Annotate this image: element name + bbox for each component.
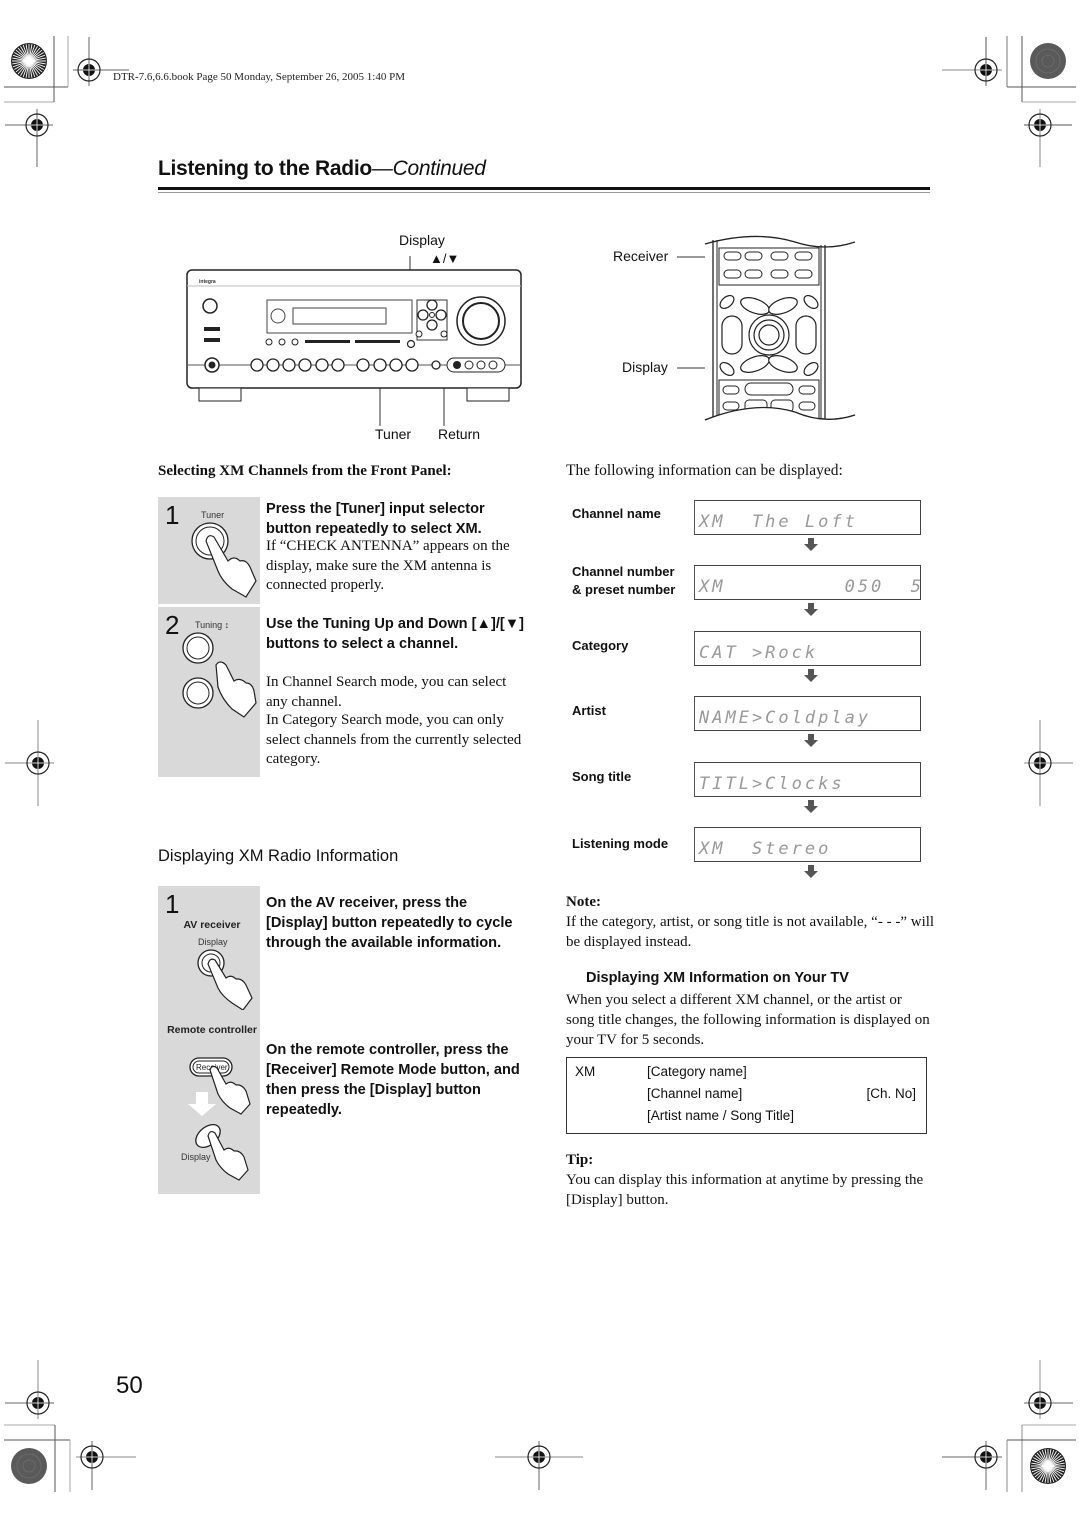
step-number: 1 xyxy=(165,500,180,530)
down-arrow-icon xyxy=(804,865,818,878)
label-channel-name: Channel name xyxy=(572,506,661,521)
tv-box-category: [Category name] xyxy=(647,1064,747,1079)
registration-mark-icon xyxy=(942,37,1002,86)
tv-box-artist-song: [Artist name / Song Title] xyxy=(647,1108,795,1123)
callout-return: Return xyxy=(438,426,481,442)
note-text: If the category, artist, or song title i… xyxy=(566,914,935,950)
callout-receiver: Receiver xyxy=(613,248,669,264)
finger-press-tuning-icon xyxy=(182,632,257,718)
page-title-continued: —Continued xyxy=(371,157,486,180)
label-song-title: Song title xyxy=(572,769,632,784)
registration-mark-icon xyxy=(5,109,53,167)
lcd-song-title: TITL>Clocks xyxy=(694,762,921,797)
tv-info-heading: Displaying XM Information on Your TV xyxy=(586,970,849,986)
lcd-channel-number: XM 050 5 xyxy=(694,565,921,600)
step-2-illustration: 2 Tuning ↕ xyxy=(158,607,260,777)
tip-label: Tip: xyxy=(566,1152,594,1168)
av-display-caption: Display xyxy=(198,937,228,947)
step-2-body-2: In Category Search mode, you can only se… xyxy=(266,712,522,767)
label-line: Channel number xyxy=(572,564,675,579)
tv-box-channel: [Channel name] xyxy=(647,1086,743,1101)
tv-info-text: When you select a different XM channel, … xyxy=(566,992,930,1048)
step-1-illustration: 1 Tuner xyxy=(158,497,260,604)
step-1-body: If “CHECK ANTENNA” appears on the displa… xyxy=(266,538,510,593)
callout-tuner: Tuner xyxy=(375,426,412,442)
av-receiver-caption: AV receiver xyxy=(183,919,241,931)
tv-box-ch-no: [Ch. No] xyxy=(866,1086,916,1101)
receiver-front-panel-illustration: integra xyxy=(186,256,522,426)
page-number: 50 xyxy=(116,1372,143,1399)
callout-remote-display: Display xyxy=(622,359,668,375)
lcd-text: XM Stereo xyxy=(699,839,832,859)
lcd-text: TITL>Clocks xyxy=(699,774,845,794)
registration-mark-icon xyxy=(1024,720,1073,806)
callout-display: Display xyxy=(399,232,445,248)
step-1-heading: Press the [Tuner] input selector button … xyxy=(266,501,485,537)
label-channel-number: Channel number & preset number xyxy=(572,563,675,599)
down-arrow-icon xyxy=(804,669,818,682)
title-rule-thin xyxy=(158,192,930,193)
registration-mark-icon xyxy=(76,1441,136,1490)
selecting-heading: Selecting XM Channels from the Front Pan… xyxy=(158,463,452,479)
page-title-main: Listening to the Radio xyxy=(158,157,372,180)
info-intro: The following information can be display… xyxy=(566,462,843,479)
registration-mark-icon xyxy=(942,1441,1002,1490)
label-category: Category xyxy=(572,638,629,653)
page-title: Listening to the Radio—Continued xyxy=(158,157,486,181)
note-label: Note: xyxy=(566,894,601,910)
step-number: 1 xyxy=(165,889,180,919)
registration-mark-icon xyxy=(1024,1360,1073,1419)
color-bar-starburst-icon xyxy=(1030,1448,1066,1484)
title-rule xyxy=(158,187,930,190)
remote-control-illustration xyxy=(677,235,856,430)
display-step-remote-heading: On the remote controller, press the [Rec… xyxy=(266,1042,520,1118)
down-arrow-icon xyxy=(804,734,818,747)
tv-box-xm: XM xyxy=(575,1064,596,1079)
registration-mark-icon xyxy=(495,1441,583,1490)
displaying-heading: Displaying XM Radio Information xyxy=(158,847,399,865)
label-listening-mode: Listening mode xyxy=(572,836,669,851)
finger-press-tuner-icon xyxy=(191,522,257,598)
display-step-illustration: 1 AV receiver Display Remote controller … xyxy=(158,886,260,1194)
down-arrow-icon xyxy=(804,603,818,616)
gray-disc-icon xyxy=(1030,43,1066,79)
registration-mark-icon xyxy=(1024,109,1072,167)
down-arrow-icon xyxy=(804,800,818,813)
brand-logo: integra xyxy=(199,279,216,285)
registration-mark-icon xyxy=(5,1360,54,1419)
lcd-text: NAME>Coldplay xyxy=(699,708,872,728)
tuning-caption: Tuning ↕ xyxy=(195,620,230,630)
lcd-text: CAT >Rock xyxy=(699,643,819,663)
label-line: & preset number xyxy=(572,582,676,597)
label-artist: Artist xyxy=(572,703,606,718)
display-step-av-heading: On the AV receiver, press the [Display] … xyxy=(266,895,513,951)
registration-mark-icon xyxy=(5,720,54,806)
remote-controller-caption: Remote controller xyxy=(167,1024,257,1036)
down-arrow-icon xyxy=(804,538,818,551)
tip-text: You can display this information at anyt… xyxy=(566,1172,924,1208)
remote-display-caption: Display xyxy=(181,1152,211,1162)
lcd-text: XM 050 5 xyxy=(699,577,924,597)
finger-press-display-icon xyxy=(197,949,253,1010)
step-2-heading: Use the Tuning Up and Down [▲]/[▼] butto… xyxy=(266,616,525,652)
book-info-line: DTR-7.6,6.6.book Page 50 Monday, Septemb… xyxy=(113,71,405,83)
lcd-category: CAT >Rock xyxy=(694,631,921,666)
step-2-body-1: In Channel Search mode, you can select a… xyxy=(266,674,507,710)
lcd-artist: NAME>Coldplay xyxy=(694,696,921,731)
lcd-listening-mode: XM Stereo xyxy=(694,827,921,862)
color-bar-starburst-icon xyxy=(11,43,47,79)
finger-press-remote-icon: Receiver xyxy=(188,1057,251,1181)
tv-onscreen-info-box: XM [Category name] [Channel name] [Ch. N… xyxy=(566,1057,927,1134)
gray-disc-icon xyxy=(11,1448,47,1484)
lcd-channel-name: XM The Loft xyxy=(694,500,921,535)
lcd-text: XM The Loft xyxy=(699,512,858,532)
